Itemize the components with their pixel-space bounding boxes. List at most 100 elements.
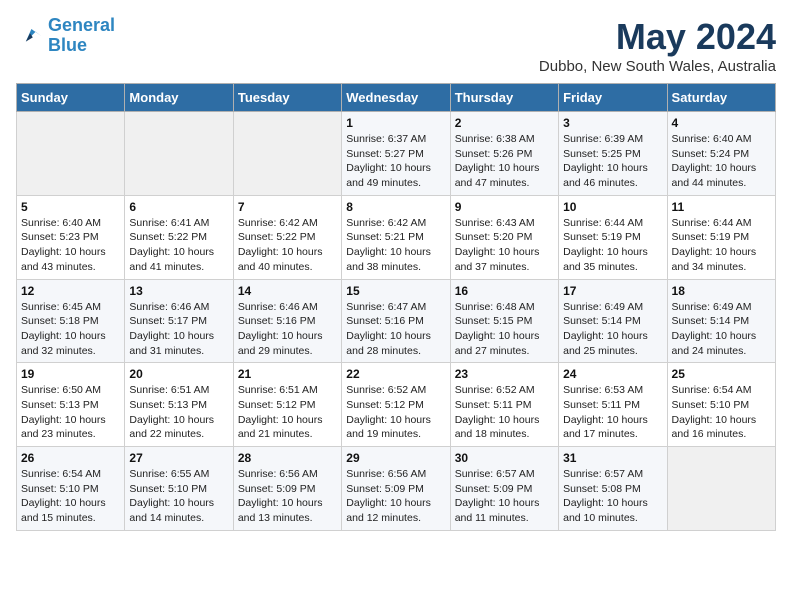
- calendar-cell: 29Sunrise: 6:56 AMSunset: 5:09 PMDayligh…: [342, 447, 450, 531]
- day-number: 20: [129, 367, 228, 381]
- day-info: Sunrise: 6:45 AMSunset: 5:18 PMDaylight:…: [21, 300, 120, 359]
- day-info: Sunrise: 6:52 AMSunset: 5:12 PMDaylight:…: [346, 383, 445, 442]
- calendar-cell: 30 Sunrise: 6:57 AMSunset: 5:09 PMDayligh…: [450, 447, 558, 531]
- calendar-cell: 12 Sunrise: 6:45 AMSunset: 5:18 PMDayligh…: [17, 279, 125, 363]
- day-number: 17: [563, 284, 662, 298]
- day-info: Sunrise: 6:44 AMSunset: 5:19 PMDaylight:…: [672, 216, 771, 275]
- day-info: Sunrise: 6:44 AMSunset: 5:19 PMDaylight:…: [563, 216, 662, 275]
- calendar-table: SundayMondayTuesdayWednesdayThursdayFrid…: [16, 83, 776, 531]
- day-number: 29: [346, 451, 445, 465]
- calendar-cell: 23 Sunrise: 6:52 AMSunset: 5:11 PMDayligh…: [450, 363, 558, 447]
- header-day-monday: Monday: [125, 84, 233, 112]
- day-info: Sunrise: 6:47 AMSunset: 5:16 PMDaylight:…: [346, 300, 445, 359]
- day-number: 28: [238, 451, 337, 465]
- calendar-cell: 6 Sunrise: 6:41 AMSunset: 5:22 PMDaylight…: [125, 195, 233, 279]
- day-number: 16: [455, 284, 554, 298]
- day-info: Sunrise: 6:56 AMSunset: 5:09 PMDaylight:…: [238, 467, 337, 526]
- day-info: Sunrise: 6:43 AMSunset: 5:20 PMDaylight:…: [455, 216, 554, 275]
- day-number: 5: [21, 200, 120, 214]
- day-info: Sunrise: 6:42 AMSunset: 5:22 PMDaylight:…: [238, 216, 337, 275]
- calendar-cell: 9 Sunrise: 6:43 AMSunset: 5:20 PMDaylight…: [450, 195, 558, 279]
- header-day-wednesday: Wednesday: [342, 84, 450, 112]
- day-number: 11: [672, 200, 771, 214]
- header-day-thursday: Thursday: [450, 84, 558, 112]
- calendar-cell: 17 Sunrise: 6:49 AMSunset: 5:14 PMDayligh…: [559, 279, 667, 363]
- day-number: 10: [563, 200, 662, 214]
- day-number: 24: [563, 367, 662, 381]
- calendar-cell: 8Sunrise: 6:42 AMSunset: 5:21 PMDaylight…: [342, 195, 450, 279]
- day-info: Sunrise: 6:49 AMSunset: 5:14 PMDaylight:…: [672, 300, 771, 359]
- calendar-cell: 19 Sunrise: 6:50 AMSunset: 5:13 PMDayligh…: [17, 363, 125, 447]
- day-info: Sunrise: 6:37 AMSunset: 5:27 PMDaylight:…: [346, 132, 445, 191]
- calendar-cell: 25Sunrise: 6:54 AMSunset: 5:10 PMDayligh…: [667, 363, 775, 447]
- calendar-cell: 24 Sunrise: 6:53 AMSunset: 5:11 PMDayligh…: [559, 363, 667, 447]
- day-info: Sunrise: 6:57 AMSunset: 5:09 PMDaylight:…: [455, 467, 554, 526]
- calendar-cell: 11 Sunrise: 6:44 AMSunset: 5:19 PMDayligh…: [667, 195, 775, 279]
- day-info: Sunrise: 6:54 AMSunset: 5:10 PMDaylight:…: [21, 467, 120, 526]
- day-number: 7: [238, 200, 337, 214]
- day-number: 19: [21, 367, 120, 381]
- calendar-title: May 2024: [539, 16, 776, 58]
- day-info: Sunrise: 6:39 AMSunset: 5:25 PMDaylight:…: [563, 132, 662, 191]
- day-info: Sunrise: 6:50 AMSunset: 5:13 PMDaylight:…: [21, 383, 120, 442]
- day-number: 18: [672, 284, 771, 298]
- day-number: 2: [455, 116, 554, 130]
- day-info: Sunrise: 6:46 AMSunset: 5:16 PMDaylight:…: [238, 300, 337, 359]
- day-number: 3: [563, 116, 662, 130]
- day-info: Sunrise: 6:52 AMSunset: 5:11 PMDaylight:…: [455, 383, 554, 442]
- day-number: 15: [346, 284, 445, 298]
- header-day-saturday: Saturday: [667, 84, 775, 112]
- day-number: 23: [455, 367, 554, 381]
- day-number: 13: [129, 284, 228, 298]
- day-info: Sunrise: 6:49 AMSunset: 5:14 PMDaylight:…: [563, 300, 662, 359]
- day-number: 21: [238, 367, 337, 381]
- calendar-cell: 4 Sunrise: 6:40 AMSunset: 5:24 PMDaylight…: [667, 112, 775, 196]
- calendar-cell: 27Sunrise: 6:55 AMSunset: 5:10 PMDayligh…: [125, 447, 233, 531]
- day-info: Sunrise: 6:42 AMSunset: 5:21 PMDaylight:…: [346, 216, 445, 275]
- calendar-cell: 15 Sunrise: 6:47 AMSunset: 5:16 PMDayligh…: [342, 279, 450, 363]
- day-info: Sunrise: 6:51 AMSunset: 5:12 PMDaylight:…: [238, 383, 337, 442]
- day-number: 12: [21, 284, 120, 298]
- title-block: May 2024 Dubbo, New South Wales, Austral…: [539, 16, 776, 75]
- day-number: 30: [455, 451, 554, 465]
- calendar-cell: 26 Sunrise: 6:54 AMSunset: 5:10 PMDayligh…: [17, 447, 125, 531]
- calendar-cell: 21 Sunrise: 6:51 AMSunset: 5:12 PMDayligh…: [233, 363, 341, 447]
- calendar-cell: 14Sunrise: 6:46 AMSunset: 5:16 PMDayligh…: [233, 279, 341, 363]
- day-info: Sunrise: 6:51 AMSunset: 5:13 PMDaylight:…: [129, 383, 228, 442]
- calendar-cell: [125, 112, 233, 196]
- day-number: 27: [129, 451, 228, 465]
- day-number: 4: [672, 116, 771, 130]
- calendar-subtitle: Dubbo, New South Wales, Australia: [539, 58, 776, 75]
- calendar-week-5: 26 Sunrise: 6:54 AMSunset: 5:10 PMDayligh…: [17, 447, 776, 531]
- day-info: Sunrise: 6:53 AMSunset: 5:11 PMDaylight:…: [563, 383, 662, 442]
- calendar-cell: 10 Sunrise: 6:44 AMSunset: 5:19 PMDayligh…: [559, 195, 667, 279]
- calendar-cell: 18 Sunrise: 6:49 AMSunset: 5:14 PMDayligh…: [667, 279, 775, 363]
- page-header: General Blue May 2024 Dubbo, New South W…: [16, 16, 776, 75]
- calendar-cell: 20 Sunrise: 6:51 AMSunset: 5:13 PMDayligh…: [125, 363, 233, 447]
- day-number: 6: [129, 200, 228, 214]
- calendar-week-1: 1 Sunrise: 6:37 AMSunset: 5:27 PMDaylight…: [17, 112, 776, 196]
- day-number: 26: [21, 451, 120, 465]
- day-info: Sunrise: 6:40 AMSunset: 5:23 PMDaylight:…: [21, 216, 120, 275]
- day-number: 22: [346, 367, 445, 381]
- calendar-week-4: 19 Sunrise: 6:50 AMSunset: 5:13 PMDayligh…: [17, 363, 776, 447]
- day-number: 25: [672, 367, 771, 381]
- header-day-tuesday: Tuesday: [233, 84, 341, 112]
- day-info: Sunrise: 6:57 AMSunset: 5:08 PMDaylight:…: [563, 467, 662, 526]
- header-day-friday: Friday: [559, 84, 667, 112]
- calendar-cell: 2 Sunrise: 6:38 AMSunset: 5:26 PMDaylight…: [450, 112, 558, 196]
- calendar-cell: 13Sunrise: 6:46 AMSunset: 5:17 PMDayligh…: [125, 279, 233, 363]
- day-info: Sunrise: 6:40 AMSunset: 5:24 PMDaylight:…: [672, 132, 771, 191]
- day-number: 1: [346, 116, 445, 130]
- header-day-sunday: Sunday: [17, 84, 125, 112]
- day-info: Sunrise: 6:41 AMSunset: 5:22 PMDaylight:…: [129, 216, 228, 275]
- calendar-cell: [233, 112, 341, 196]
- day-number: 9: [455, 200, 554, 214]
- logo: General Blue: [16, 16, 115, 56]
- calendar-cell: 5 Sunrise: 6:40 AMSunset: 5:23 PMDaylight…: [17, 195, 125, 279]
- calendar-cell: [667, 447, 775, 531]
- calendar-week-3: 12 Sunrise: 6:45 AMSunset: 5:18 PMDayligh…: [17, 279, 776, 363]
- calendar-cell: 22 Sunrise: 6:52 AMSunset: 5:12 PMDayligh…: [342, 363, 450, 447]
- day-info: Sunrise: 6:38 AMSunset: 5:26 PMDaylight:…: [455, 132, 554, 191]
- logo-bird-icon: [16, 22, 44, 50]
